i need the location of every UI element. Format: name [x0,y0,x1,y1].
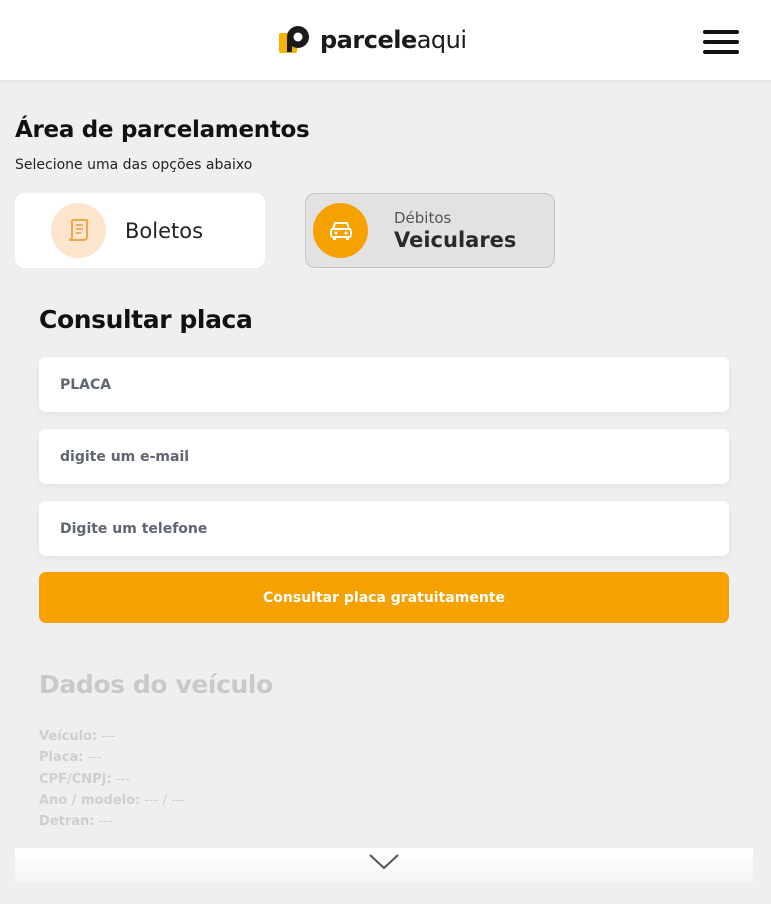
chevron-down-icon[interactable] [368,850,400,872]
logo-wordmark: parceleaqui [320,26,467,54]
logo-text-light: aqui [416,26,467,54]
area-title: Área de parcelamentos [15,117,310,143]
top-header: parceleaqui [0,0,771,80]
vehicle-key: Ano / modelo: [39,792,141,808]
vehicle-key: Placa: [39,750,84,766]
car-icon [313,203,368,258]
vehicle-value: --- [97,729,116,744]
vehicle-key: Detran: [39,814,95,830]
vehicle-key: Veículo: [39,729,98,744]
option-veiculares-label-small: Débitos [394,208,452,227]
vehicle-data-list: Veículo: --- Placa: --- CPF/CNPJ: --- An… [39,726,185,832]
vehicle-value: --- [94,814,113,830]
receipt-icon [51,203,106,258]
vehicle-row-veiculo: Veículo: --- [39,726,185,747]
hamburger-menu-icon[interactable] [703,30,739,54]
vehicle-value: --- [83,750,102,766]
vehicle-row-ano: Ano / modelo: --- / --- [39,790,185,811]
logo-mark-icon [278,24,312,56]
option-boletos[interactable]: Boletos [15,193,265,268]
consult-title: Consultar placa [39,305,253,334]
vehicle-key: CPF/CNPJ: [39,771,112,787]
vehicle-row-detran: Detran: --- [39,811,185,832]
email-input[interactable] [39,429,729,484]
vehicle-row-cpf: CPF/CNPJ: --- [39,769,185,790]
area-subtitle: Selecione uma das opções abaixo [15,157,253,173]
phone-input[interactable] [39,501,729,556]
vehicle-row-placa: Placa: --- [39,747,185,768]
consult-submit-button[interactable]: Consultar placa gratuitamente [39,572,729,623]
vehicle-value: --- [111,771,130,787]
option-veiculares-label-big: Veiculares [394,227,517,252]
placa-input[interactable] [39,357,729,412]
logo-text-bold: parcele [320,26,417,54]
brand-logo[interactable]: parceleaqui [278,24,467,56]
option-boletos-label: Boletos [125,218,204,243]
vehicle-value: --- / --- [140,792,186,808]
option-debitos-veiculares[interactable]: Débitos Veiculares [305,193,555,268]
vehicle-title: Dados do veículo [39,670,273,699]
